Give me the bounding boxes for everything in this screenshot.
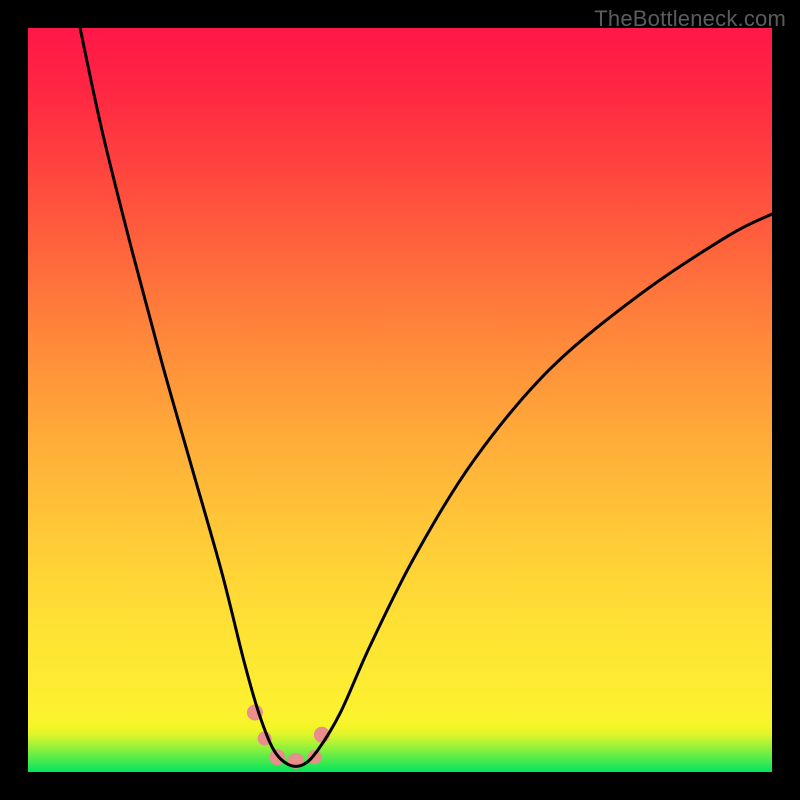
chart-svg: [0, 0, 800, 800]
chart-background-gradient: [28, 28, 772, 772]
attribution-watermark: TheBottleneck.com: [594, 6, 786, 32]
chart-canvas: TheBottleneck.com: [0, 0, 800, 800]
